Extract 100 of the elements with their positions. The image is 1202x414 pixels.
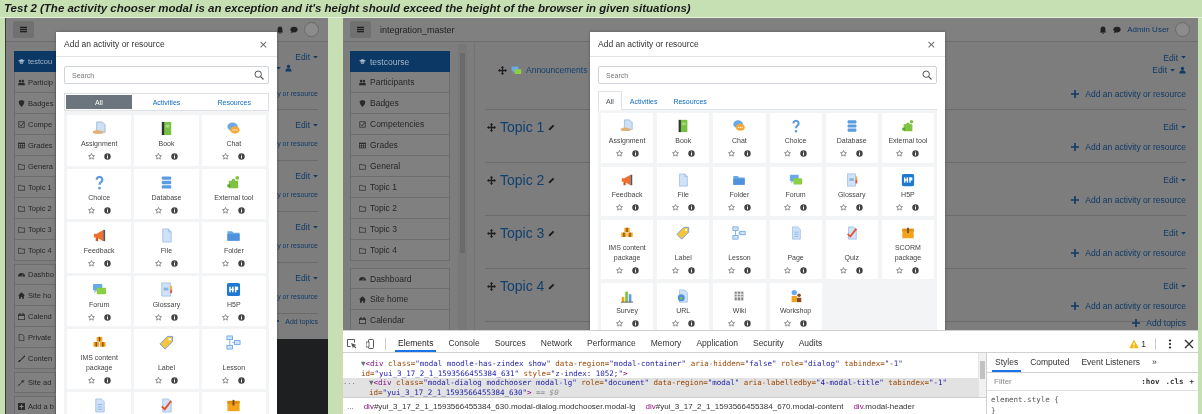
star-icon[interactable]: [155, 376, 162, 384]
styles-tab[interactable]: Event Listeners: [1078, 357, 1143, 372]
activity-tile[interactable]: [134, 392, 199, 414]
star-icon[interactable]: [896, 150, 904, 157]
star-icon[interactable]: [155, 260, 162, 267]
bell-icon[interactable]: [276, 25, 284, 34]
info-icon[interactable]: [912, 203, 920, 211]
sidebar-item[interactable]: Topic 2: [350, 198, 450, 219]
more-button[interactable]: ...: [347, 402, 354, 411]
close-button[interactable]: ×: [925, 38, 937, 50]
chat-icon[interactable]: [1113, 25, 1122, 34]
info-icon[interactable]: [856, 266, 864, 274]
star-icon[interactable]: [671, 320, 679, 327]
info-icon[interactable]: [171, 376, 178, 384]
info-icon[interactable]: [171, 260, 178, 267]
info-icon[interactable]: [687, 320, 695, 327]
star-icon[interactable]: [840, 266, 848, 274]
move-icon[interactable]: [487, 228, 496, 238]
info-icon[interactable]: [743, 266, 751, 274]
breadcrumb[interactable]: div.modal-header: [853, 402, 915, 411]
sidebar-item[interactable]: Grades: [350, 135, 450, 156]
info-icon[interactable]: [743, 320, 751, 327]
devtools-tab[interactable]: Elements: [395, 335, 437, 352]
star-icon[interactable]: [155, 206, 162, 214]
breadcrumb[interactable]: div#yui_3_17_2_1_1593566455384_630.modal-dialog.modchooser.modal-lg: [363, 402, 636, 411]
sidebar-item[interactable]: Competencies: [350, 114, 450, 135]
info-icon[interactable]: [103, 376, 111, 384]
sidebar-item[interactable]: Topic 1: [350, 177, 450, 198]
star-icon[interactable]: [784, 203, 792, 211]
styles-tab[interactable]: Computed: [1027, 357, 1073, 372]
sidebar-item[interactable]: General: [350, 156, 450, 177]
sidebar-item[interactable]: Topic 3: [350, 219, 450, 240]
pencil-icon[interactable]: [548, 123, 556, 131]
info-icon[interactable]: [238, 313, 246, 321]
star-icon[interactable]: [671, 203, 679, 211]
star-icon[interactable]: [222, 206, 230, 214]
info-icon[interactable]: [800, 203, 808, 211]
info-icon[interactable]: [238, 153, 246, 160]
star-icon[interactable]: [87, 376, 95, 384]
info-icon[interactable]: [631, 150, 639, 157]
info-icon[interactable]: [912, 150, 920, 157]
info-icon[interactable]: [631, 203, 639, 211]
move-icon[interactable]: [487, 281, 496, 291]
devtools-tab[interactable]: Security: [749, 335, 787, 352]
star-icon[interactable]: [615, 150, 623, 157]
info-icon[interactable]: [743, 203, 751, 211]
breadcrumb[interactable]: div#yui_3_17_2_1_1593566455384_670.modal-content: [645, 402, 844, 411]
scrollbar[interactable]: [458, 44, 467, 330]
info-icon[interactable]: [238, 376, 246, 384]
info-icon[interactable]: [687, 150, 695, 157]
info-icon[interactable]: [800, 150, 808, 157]
info-icon[interactable]: [103, 153, 111, 160]
menu-button[interactable]: [350, 21, 371, 38]
star-icon[interactable]: [615, 203, 623, 211]
sidebar-item[interactable]: Badges: [350, 93, 450, 114]
sidebar-item[interactable]: Dashboard: [350, 268, 450, 289]
activity-tile[interactable]: [67, 392, 132, 414]
star-icon[interactable]: [727, 266, 735, 274]
move-icon[interactable]: [487, 122, 496, 132]
star-icon[interactable]: [222, 153, 230, 160]
star-icon[interactable]: [784, 150, 792, 157]
star-icon[interactable]: [840, 150, 848, 157]
info-icon[interactable]: [103, 260, 111, 267]
star-icon[interactable]: [615, 320, 623, 327]
devtools-tab[interactable]: Application: [693, 335, 741, 352]
devtools-tab[interactable]: Memory: [647, 335, 685, 352]
star-icon[interactable]: [784, 266, 792, 274]
info-icon[interactable]: [103, 206, 111, 214]
info-icon[interactable]: [743, 150, 751, 157]
info-icon[interactable]: [171, 206, 178, 214]
star-icon[interactable]: [222, 260, 230, 267]
star-icon[interactable]: [155, 153, 162, 160]
sidebar-item[interactable]: Calendar: [350, 310, 450, 330]
info-icon[interactable]: [856, 203, 864, 211]
sidebar-item[interactable]: Site home: [350, 289, 450, 310]
star-icon[interactable]: [615, 266, 623, 274]
star-icon[interactable]: [840, 203, 848, 211]
close-button[interactable]: ×: [257, 38, 269, 50]
sidebar-item[interactable]: Topic 4: [350, 240, 450, 261]
devtools-tab[interactable]: Network: [537, 335, 575, 352]
move-icon[interactable]: [487, 175, 496, 185]
info-icon[interactable]: [800, 320, 808, 327]
info-icon[interactable]: [856, 150, 864, 157]
pencil-icon[interactable]: [548, 176, 556, 184]
info-icon[interactable]: [171, 153, 178, 160]
styles-tab[interactable]: »: [1148, 357, 1160, 372]
scrollbar[interactable]: [978, 353, 986, 397]
star-icon[interactable]: [727, 150, 735, 157]
info-icon[interactable]: [238, 260, 246, 267]
star-icon[interactable]: [87, 153, 95, 160]
styles-tab[interactable]: Styles: [992, 357, 1022, 372]
star-icon[interactable]: [784, 320, 792, 327]
info-icon[interactable]: [687, 203, 695, 211]
pencil-icon[interactable]: [548, 229, 556, 237]
info-icon[interactable]: [687, 266, 695, 274]
inspect-icon[interactable]: [347, 338, 357, 349]
star-icon[interactable]: [87, 313, 95, 321]
devtools-tab[interactable]: Sources: [491, 335, 529, 352]
star-icon[interactable]: [727, 320, 735, 327]
pencil-icon[interactable]: [548, 282, 556, 290]
